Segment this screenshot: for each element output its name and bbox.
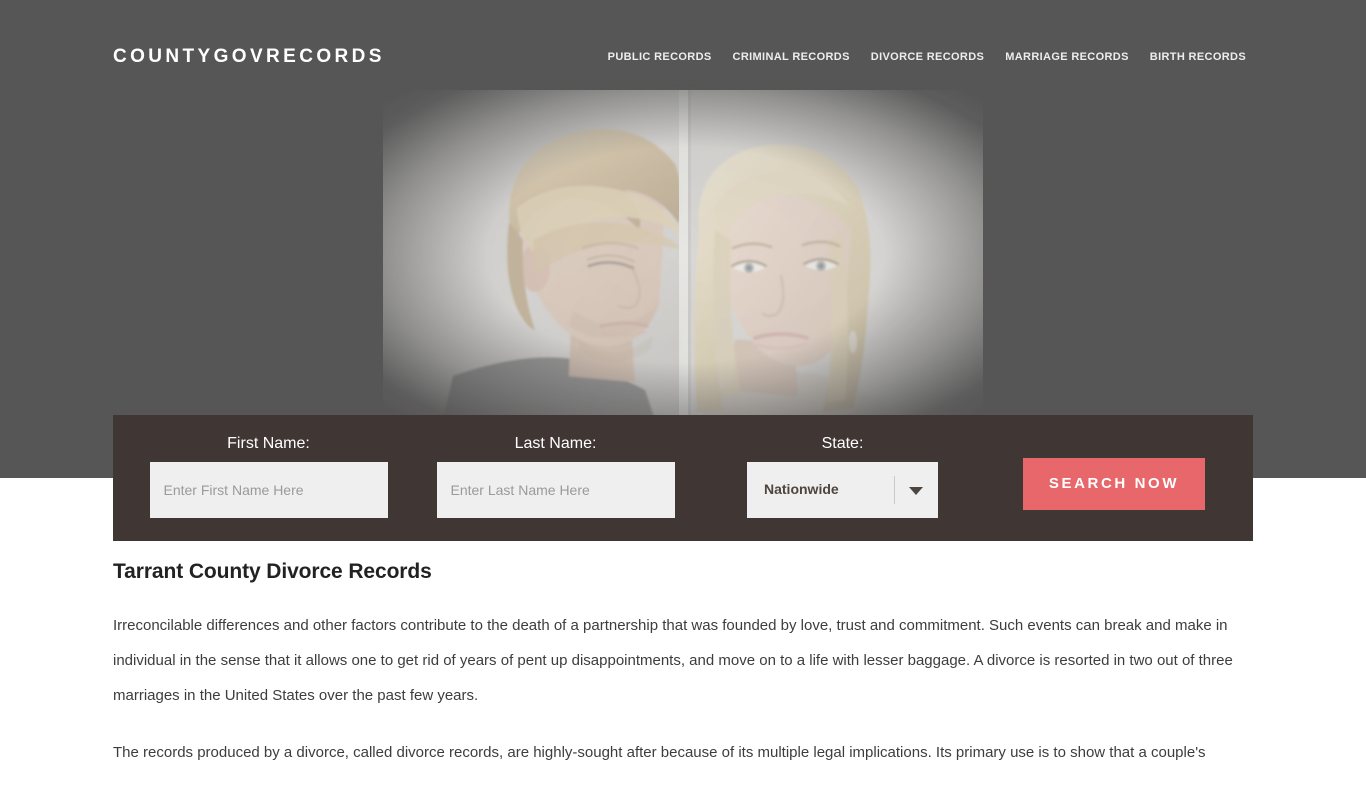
nav-item-divorce-records[interactable]: DIVORCE RECORDS <box>871 51 984 63</box>
article-paragraph-1: Irreconcilable differences and other fac… <box>113 617 1233 704</box>
search-now-button[interactable]: SEARCH NOW <box>1023 458 1205 510</box>
main-navigation: PUBLIC RECORDS CRIMINAL RECORDS DIVORCE … <box>608 51 1246 63</box>
first-name-input[interactable] <box>149 462 388 518</box>
nav-item-marriage-records[interactable]: MARRIAGE RECORDS <box>1005 51 1129 63</box>
hero-image <box>383 90 983 420</box>
page-title: Tarrant County Divorce Records <box>113 560 432 583</box>
state-label: State: <box>821 435 864 452</box>
first-name-field-group: First Name: <box>131 415 406 518</box>
nav-item-criminal-records[interactable]: CRIMINAL RECORDS <box>733 51 850 63</box>
select-divider <box>894 476 895 504</box>
record-search-form: First Name: Last Name: State: Nationwide… <box>113 415 1253 541</box>
first-name-label: First Name: <box>227 435 310 452</box>
article-content: Tarrant County Divorce Records Irreconci… <box>113 560 1253 792</box>
hero-section: COUNTYGOVRECORDS PUBLIC RECORDS CRIMINAL… <box>0 0 1366 478</box>
state-field-group: State: Nationwide <box>705 415 980 518</box>
nav-item-birth-records[interactable]: BIRTH RECORDS <box>1150 51 1246 63</box>
chevron-down-icon <box>909 487 923 495</box>
nav-item-public-records[interactable]: PUBLIC RECORDS <box>608 51 712 63</box>
state-select[interactable]: Nationwide <box>747 462 938 518</box>
last-name-field-group: Last Name: <box>418 415 693 518</box>
last-name-label: Last Name: <box>514 435 597 452</box>
state-selected-value: Nationwide <box>764 481 839 497</box>
site-header: COUNTYGOVRECORDS PUBLIC RECORDS CRIMINAL… <box>0 0 1366 92</box>
last-name-input[interactable] <box>436 462 675 518</box>
article-paragraph-2: The records produced by a divorce, calle… <box>113 744 1206 761</box>
site-logo[interactable]: COUNTYGOVRECORDS <box>113 46 385 68</box>
